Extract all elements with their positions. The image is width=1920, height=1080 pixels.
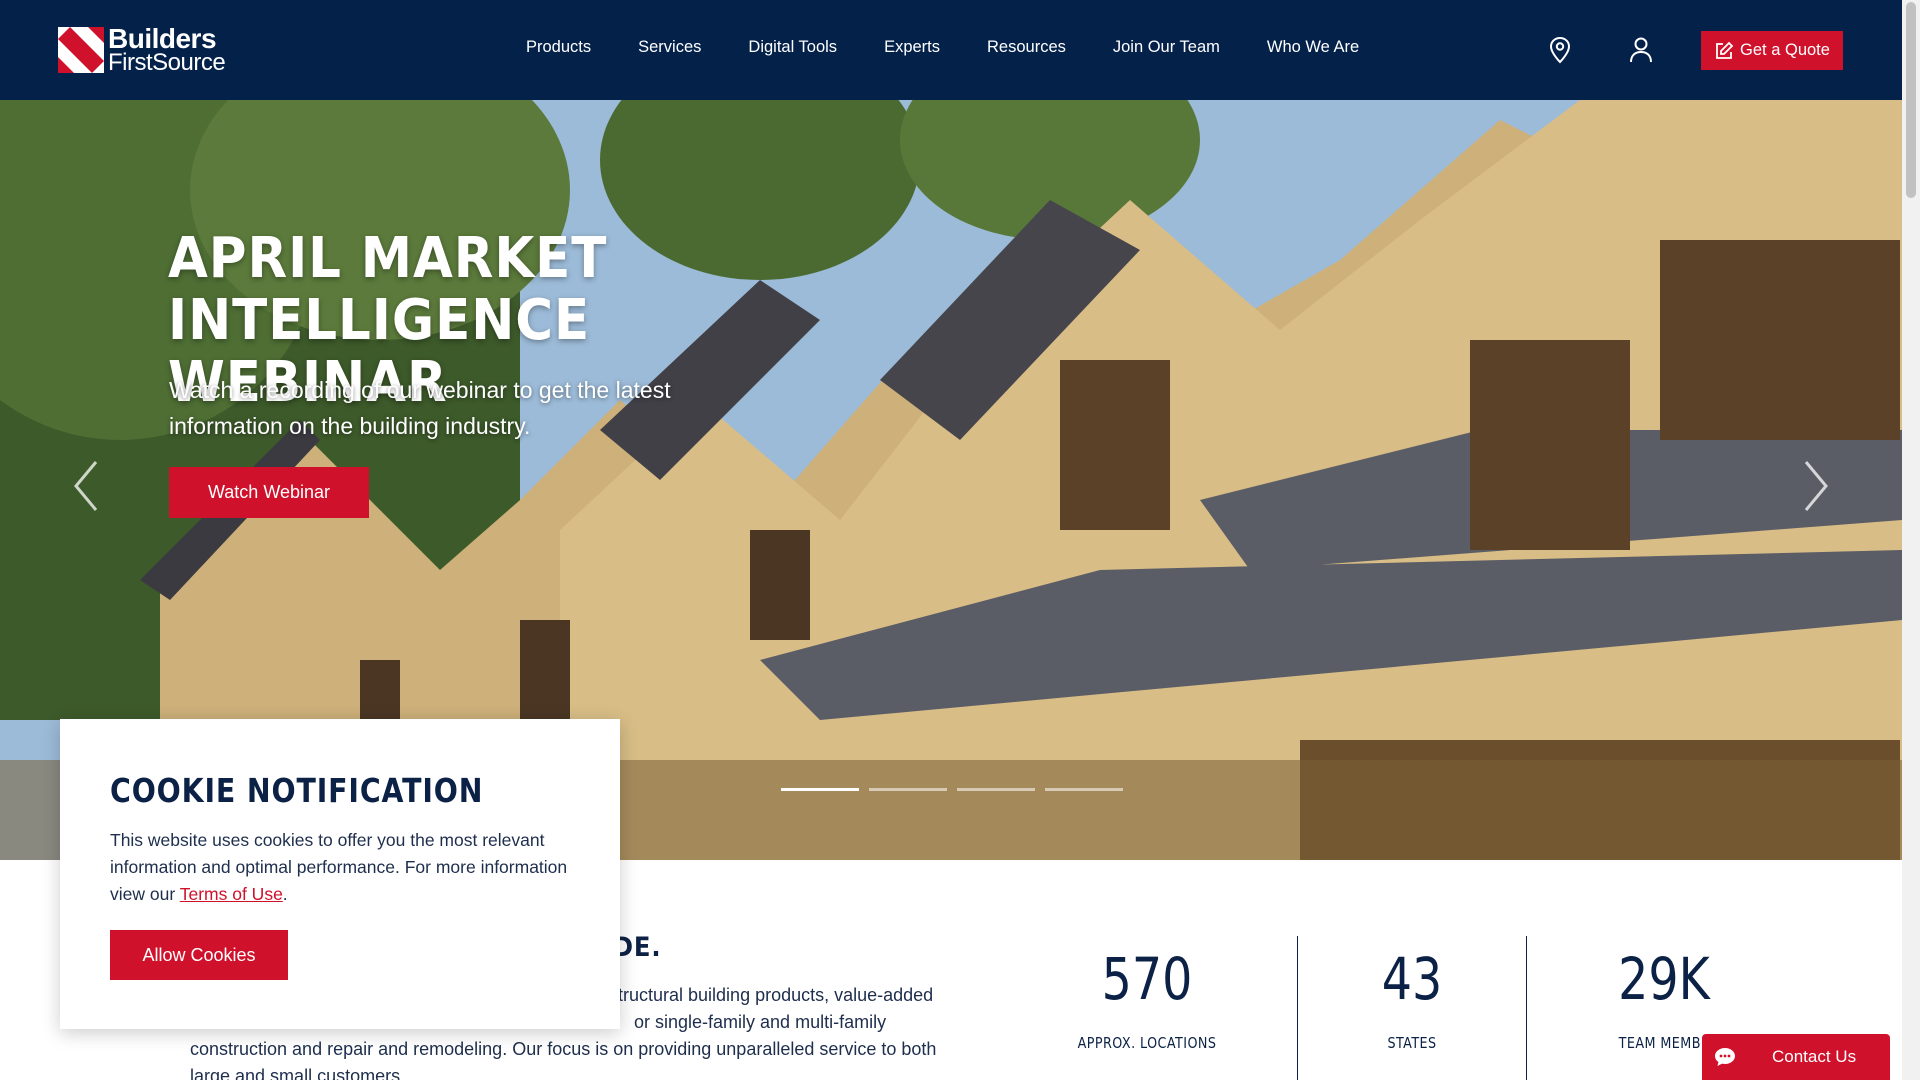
nav-who-we-are[interactable]: Who We Are (1267, 38, 1359, 57)
logo-mark-icon (58, 27, 104, 73)
carousel-dot-1[interactable] (781, 788, 859, 791)
main-nav: Products Services Digital Tools Experts … (526, 38, 1406, 57)
nav-join-our-team[interactable]: Join Our Team (1113, 38, 1220, 57)
cookie-text-body: This website uses cookies to offer you t… (110, 830, 568, 904)
contact-us-label: Contact Us (1772, 1047, 1857, 1066)
nav-products[interactable]: Products (526, 38, 591, 57)
hero-title-line1: April Market (168, 226, 608, 291)
user-icon[interactable] (1629, 36, 1655, 64)
stat-divider (1526, 936, 1527, 1080)
contact-us-button[interactable]: Contact Us (1702, 1034, 1890, 1080)
stat-locations-label: APPROX. LOCATIONS (1077, 1034, 1217, 1052)
carousel-next-arrow-icon[interactable] (1796, 456, 1836, 516)
cookie-text: This website uses cookies to offer you t… (110, 827, 580, 908)
logo-line2: FirstSource (108, 49, 226, 76)
get-a-quote-label: Get a Quote (1740, 41, 1830, 59)
stat-team-value: 29K (1618, 945, 1710, 1013)
carousel-indicators (781, 788, 1133, 791)
get-a-quote-button[interactable]: Get a Quote (1701, 31, 1843, 70)
nav-resources[interactable]: Resources (987, 38, 1066, 57)
watch-webinar-button[interactable]: Watch Webinar (169, 467, 369, 518)
carousel-dot-3[interactable] (957, 788, 1035, 791)
scrollbar-thumb[interactable] (1906, 2, 1916, 198)
nav-services[interactable]: Services (638, 38, 701, 57)
stat-locations-value: 570 (1101, 945, 1193, 1013)
stat-states-label: STATES (1387, 1034, 1437, 1052)
chat-icon (1715, 1048, 1735, 1066)
nav-experts[interactable]: Experts (884, 38, 940, 57)
stat-locations: 570 APPROX. LOCATIONS (1057, 950, 1237, 1052)
cookie-text-end: . (282, 884, 288, 904)
cookie-notification: COOKIE NOTIFICATION This website uses co… (60, 719, 620, 1029)
nav-digital-tools[interactable]: Digital Tools (748, 38, 837, 57)
carousel-dot-2[interactable] (869, 788, 947, 791)
allow-cookies-button[interactable]: Allow Cookies (110, 930, 288, 980)
map-pin-icon[interactable] (1548, 36, 1574, 64)
site-header: Builders FirstSource Products Services D… (0, 0, 1902, 100)
about-line3: construction and repair and remodeling. … (190, 1039, 937, 1059)
stat-divider (1297, 936, 1298, 1080)
stat-states-value: 43 (1381, 945, 1443, 1013)
hero-subtitle: Watch a recording of our webinar to get … (169, 377, 671, 439)
cookie-title: COOKIE NOTIFICATION (110, 771, 484, 810)
edit-icon (1716, 41, 1734, 59)
page-scrollbar[interactable] (1902, 0, 1920, 1080)
logo[interactable]: Builders FirstSource (58, 25, 233, 76)
stat-states: 43 STATES (1322, 950, 1502, 1052)
terms-of-use-link[interactable]: Terms of Use (180, 884, 283, 904)
carousel-prev-arrow-icon[interactable] (66, 456, 106, 516)
about-line4: large and small customers. (190, 1066, 406, 1080)
carousel-dot-4[interactable] (1045, 788, 1123, 791)
